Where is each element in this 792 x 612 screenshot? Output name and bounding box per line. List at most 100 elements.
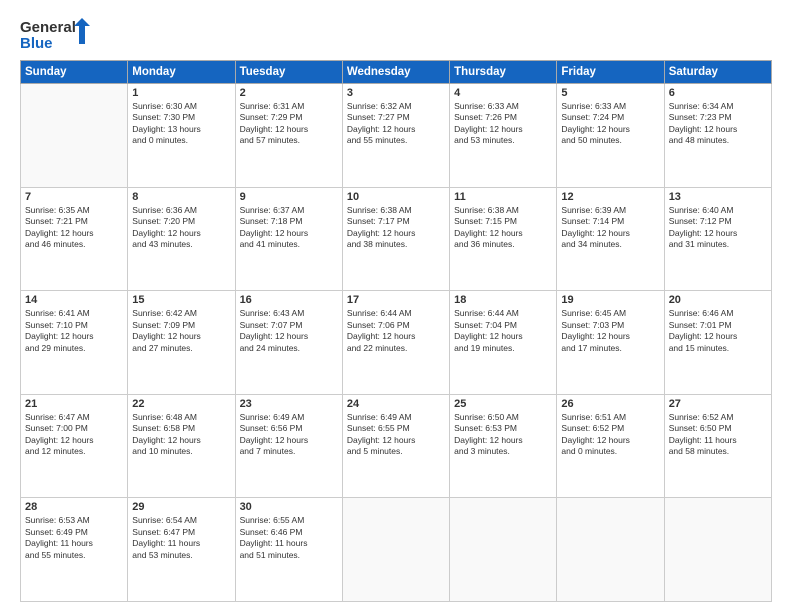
day-number: 2 [240,87,338,99]
day-number: 22 [132,398,230,410]
day-info: Sunrise: 6:38 AMSunset: 7:15 PMDaylight:… [454,205,552,251]
day-info: Sunrise: 6:32 AMSunset: 7:27 PMDaylight:… [347,101,445,147]
calendar-day-cell: 29 Sunrise: 6:54 AMSunset: 6:47 PMDayligh… [128,498,235,602]
calendar-day-cell: 6 Sunrise: 6:34 AMSunset: 7:23 PMDaylight… [664,84,771,188]
calendar-day-cell: 17 Sunrise: 6:44 AMSunset: 7:06 PMDayligh… [342,291,449,395]
calendar-day-cell: 10Sunrise: 6:38 AMSunset: 7:17 PMDayligh… [342,187,449,291]
day-info: Sunrise: 6:48 AMSunset: 6:58 PMDaylight:… [132,412,230,458]
calendar-week-row: 28 Sunrise: 6:53 AMSunset: 6:49 PMDayligh… [21,498,772,602]
calendar-day-cell [342,498,449,602]
svg-text:Blue: Blue [20,35,53,52]
day-info: Sunrise: 6:50 AMSunset: 6:53 PMDaylight:… [454,412,552,458]
day-number: 26 [561,398,659,410]
calendar-week-row: 1 Sunrise: 6:30 AMSunset: 7:30 PMDaylight… [21,84,772,188]
day-info: Sunrise: 6:41 AMSunset: 7:10 PMDaylight:… [25,308,123,354]
day-number: 28 [25,501,123,513]
day-number: 30 [240,501,338,513]
calendar-day-header: Monday [128,61,235,84]
calendar-day-cell: 8 Sunrise: 6:36 AMSunset: 7:20 PMDaylight… [128,187,235,291]
calendar-day-cell: 25Sunrise: 6:50 AMSunset: 6:53 PMDayligh… [450,394,557,498]
calendar-day-cell: 9 Sunrise: 6:37 AMSunset: 7:18 PMDaylight… [235,187,342,291]
calendar-day-header: Thursday [450,61,557,84]
day-info: Sunrise: 6:47 AMSunset: 7:00 PMDaylight:… [25,412,123,458]
calendar-day-cell: 30 Sunrise: 6:55 AMSunset: 6:46 PMDayligh… [235,498,342,602]
day-info: Sunrise: 6:30 AMSunset: 7:30 PMDaylight:… [132,101,230,147]
calendar-day-cell: 11 Sunrise: 6:38 AMSunset: 7:15 PMDayligh… [450,187,557,291]
day-info: Sunrise: 6:42 AMSunset: 7:09 PMDaylight:… [132,308,230,354]
calendar-day-cell: 23 Sunrise: 6:49 AMSunset: 6:56 PMDayligh… [235,394,342,498]
calendar-day-cell: 18 Sunrise: 6:44 AMSunset: 7:04 PMDayligh… [450,291,557,395]
day-number: 3 [347,87,445,99]
calendar-day-header: Wednesday [342,61,449,84]
day-info: Sunrise: 6:43 AMSunset: 7:07 PMDaylight:… [240,308,338,354]
calendar-day-cell: 15 Sunrise: 6:42 AMSunset: 7:09 PMDayligh… [128,291,235,395]
calendar-day-cell: 5 Sunrise: 6:33 AMSunset: 7:24 PMDaylight… [557,84,664,188]
calendar-day-cell: 3 Sunrise: 6:32 AMSunset: 7:27 PMDaylight… [342,84,449,188]
day-number: 8 [132,191,230,203]
calendar-day-cell: 21 Sunrise: 6:47 AMSunset: 7:00 PMDayligh… [21,394,128,498]
day-number: 11 [454,191,552,203]
page: General Blue SundayMondayTuesdayWednesda… [0,0,792,612]
day-number: 20 [669,294,767,306]
calendar-day-header: Tuesday [235,61,342,84]
calendar-day-cell: 24 Sunrise: 6:49 AMSunset: 6:55 PMDayligh… [342,394,449,498]
day-info: Sunrise: 6:51 AMSunset: 6:52 PMDaylight:… [561,412,659,458]
day-info: Sunrise: 6:49 AMSunset: 6:56 PMDaylight:… [240,412,338,458]
calendar-day-cell: 2 Sunrise: 6:31 AMSunset: 7:29 PMDaylight… [235,84,342,188]
day-number: 23 [240,398,338,410]
day-info: Sunrise: 6:38 AMSunset: 7:17 PMDaylight:… [347,205,445,251]
day-info: Sunrise: 6:53 AMSunset: 6:49 PMDaylight:… [25,515,123,561]
day-number: 24 [347,398,445,410]
day-number: 5 [561,87,659,99]
calendar-day-cell: 12Sunrise: 6:39 AMSunset: 7:14 PMDayligh… [557,187,664,291]
calendar-day-cell [557,498,664,602]
day-number: 29 [132,501,230,513]
calendar-day-cell [450,498,557,602]
calendar-day-cell: 14 Sunrise: 6:41 AMSunset: 7:10 PMDayligh… [21,291,128,395]
logo: General Blue [20,16,90,52]
day-number: 16 [240,294,338,306]
day-number: 9 [240,191,338,203]
day-info: Sunrise: 6:36 AMSunset: 7:20 PMDaylight:… [132,205,230,251]
calendar-day-header: Sunday [21,61,128,84]
day-info: Sunrise: 6:55 AMSunset: 6:46 PMDaylight:… [240,515,338,561]
calendar-day-cell: 1 Sunrise: 6:30 AMSunset: 7:30 PMDaylight… [128,84,235,188]
day-info: Sunrise: 6:44 AMSunset: 7:04 PMDaylight:… [454,308,552,354]
day-info: Sunrise: 6:54 AMSunset: 6:47 PMDaylight:… [132,515,230,561]
day-number: 14 [25,294,123,306]
day-info: Sunrise: 6:49 AMSunset: 6:55 PMDaylight:… [347,412,445,458]
calendar-header-row: SundayMondayTuesdayWednesdayThursdayFrid… [21,61,772,84]
day-info: Sunrise: 6:45 AMSunset: 7:03 PMDaylight:… [561,308,659,354]
svg-text:General: General [20,19,76,36]
calendar-day-cell [664,498,771,602]
calendar-week-row: 21 Sunrise: 6:47 AMSunset: 7:00 PMDayligh… [21,394,772,498]
day-number: 18 [454,294,552,306]
calendar-day-cell: 26 Sunrise: 6:51 AMSunset: 6:52 PMDayligh… [557,394,664,498]
calendar-day-header: Friday [557,61,664,84]
header: General Blue [20,16,772,52]
day-info: Sunrise: 6:33 AMSunset: 7:24 PMDaylight:… [561,101,659,147]
day-info: Sunrise: 6:31 AMSunset: 7:29 PMDaylight:… [240,101,338,147]
day-info: Sunrise: 6:34 AMSunset: 7:23 PMDaylight:… [669,101,767,147]
calendar-day-cell [21,84,128,188]
day-info: Sunrise: 6:39 AMSunset: 7:14 PMDaylight:… [561,205,659,251]
day-number: 4 [454,87,552,99]
day-number: 27 [669,398,767,410]
day-number: 21 [25,398,123,410]
calendar-day-cell: 4 Sunrise: 6:33 AMSunset: 7:26 PMDaylight… [450,84,557,188]
day-number: 15 [132,294,230,306]
day-number: 6 [669,87,767,99]
day-info: Sunrise: 6:40 AMSunset: 7:12 PMDaylight:… [669,205,767,251]
day-number: 1 [132,87,230,99]
day-info: Sunrise: 6:33 AMSunset: 7:26 PMDaylight:… [454,101,552,147]
calendar-week-row: 14 Sunrise: 6:41 AMSunset: 7:10 PMDayligh… [21,291,772,395]
calendar-day-cell: 13 Sunrise: 6:40 AMSunset: 7:12 PMDayligh… [664,187,771,291]
day-info: Sunrise: 6:37 AMSunset: 7:18 PMDaylight:… [240,205,338,251]
calendar-day-cell: 7Sunrise: 6:35 AMSunset: 7:21 PMDaylight… [21,187,128,291]
day-number: 19 [561,294,659,306]
day-number: 17 [347,294,445,306]
calendar-day-cell: 22 Sunrise: 6:48 AMSunset: 6:58 PMDayligh… [128,394,235,498]
calendar-table: SundayMondayTuesdayWednesdayThursdayFrid… [20,60,772,602]
day-number: 13 [669,191,767,203]
day-info: Sunrise: 6:44 AMSunset: 7:06 PMDaylight:… [347,308,445,354]
